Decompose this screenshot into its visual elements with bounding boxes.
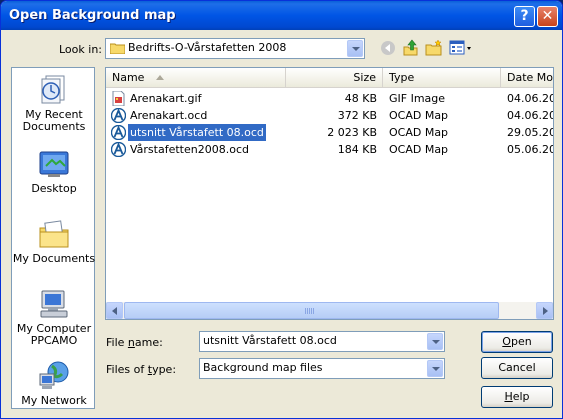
column-header-name[interactable]: Name [106,68,286,87]
recent-documents-icon [41,75,65,104]
file-list-header: Name Size Type Date Mo [106,68,553,88]
file-type: OCAD Map [389,143,449,156]
file-list[interactable]: Name Size Type Date Mo Arenakart.gif 48 … [105,67,554,320]
file-name-input[interactable]: utsnitt Vårstafett 08.ocd [199,331,445,352]
file-name: utsnitt Vårstafett 08.ocd [127,123,267,142]
ocad-file-icon [111,142,126,157]
look-in-dropdown-icon[interactable] [347,40,363,57]
label-part: File [106,336,128,349]
files-of-type-label: Files of type: [106,363,176,376]
label-mnemonic: n [127,336,135,349]
horizontal-scrollbar[interactable] [106,302,553,319]
file-size: 184 KB [337,143,377,156]
place-label: My Network [21,394,87,407]
file-size: 48 KB [344,92,377,105]
places-bar: My Recent Documents Desktop My Documents [11,67,95,409]
new-folder-icon[interactable] [425,39,443,57]
place-desktop[interactable]: Desktop [12,148,96,195]
button-mnemonic: O [502,335,511,348]
view-menu-icon[interactable] [449,39,473,57]
file-row[interactable]: Arenakart.gif 48 KB GIF Image 04.06.20 [106,90,554,107]
button-label: pen [510,335,532,348]
open-dialog: Open Background map ? ✕ Look in: Bedrift… [0,0,563,419]
folder-icon [110,43,125,54]
file-type-dropdown-icon[interactable] [427,360,443,377]
my-documents-icon [39,220,69,248]
file-type-value: Background map files [203,361,323,374]
cancel-button[interactable]: Cancel [481,357,553,379]
ocad-file-icon [111,125,126,140]
file-type: OCAD Map [389,109,449,122]
desktop-icon [39,151,69,177]
column-header-date[interactable]: Date Mo [501,68,553,87]
scroll-thumb[interactable] [124,302,499,319]
ocad-file-icon [111,108,126,123]
title-close-button[interactable]: ✕ [537,6,558,27]
place-my-computer[interactable]: My Computer PPCAMO [12,288,96,347]
sort-ascending-icon [156,75,164,80]
title-bar[interactable]: Open Background map ? ✕ [1,1,562,30]
scroll-left-button[interactable] [106,302,123,319]
file-date: 29.05.20 [507,126,554,139]
help-button[interactable]: Help [481,386,553,408]
scroll-right-button[interactable] [536,302,553,319]
dialog-title: Open Background map [9,8,176,23]
back-icon[interactable] [379,39,397,57]
file-name-label: File name: [106,336,163,349]
label-part: ype: [152,363,177,376]
open-button[interactable]: Open [481,331,553,353]
scroll-grip-icon [305,308,315,314]
column-header-size[interactable]: Size [286,68,383,87]
file-name-value: utsnitt Vårstafett 08.ocd [203,334,337,347]
file-name: Vårstafetten2008.ocd [130,143,249,156]
place-label: My Recent Documents [22,108,86,133]
file-row[interactable]: Vårstafetten2008.ocd 184 KB OCAD Map 05.… [106,141,554,158]
network-icon [39,361,69,389]
file-type: GIF Image [389,92,446,105]
file-row[interactable]: Arenakart.ocd 372 KB OCAD Map 04.06.20 [106,107,554,124]
file-date: 04.06.20 [507,92,554,105]
file-date: 05.06.20 [507,143,554,156]
look-in-select[interactable]: Bedrifts-O-Vårstafetten 2008 [105,38,365,59]
my-computer-icon [40,290,68,318]
column-name-label: Name [112,71,145,84]
button-mnemonic: H [504,390,513,403]
file-name: Arenakart.ocd [130,109,208,122]
file-type: OCAD Map [389,126,449,139]
place-label: Desktop [31,182,77,195]
label-part: Files of [106,363,148,376]
place-my-documents[interactable]: My Documents [12,218,96,265]
place-label: My Documents [12,252,96,265]
look-in-label: Look in: [59,43,102,56]
button-label: elp [512,390,530,403]
place-label: My Computer PPCAMO [16,322,92,347]
file-size: 372 KB [337,109,377,122]
file-name: Arenakart.gif [130,92,202,105]
column-header-type[interactable]: Type [383,68,501,87]
label-part: ame: [134,336,163,349]
look-in-value: Bedrifts-O-Vårstafetten 2008 [128,41,287,54]
file-date: 04.06.20 [507,109,554,122]
gif-file-icon [112,91,125,106]
title-help-button[interactable]: ? [514,6,535,27]
place-my-recent-documents[interactable]: My Recent Documents [12,74,96,133]
file-size: 2 023 KB [327,126,377,139]
place-my-network[interactable]: My Network [12,360,96,407]
files-of-type-select[interactable]: Background map files [199,358,445,379]
file-name-dropdown-icon[interactable] [427,333,443,350]
file-row-selected[interactable]: utsnitt Vårstafett 08.ocd 2 023 KB OCAD … [106,123,554,142]
up-folder-icon[interactable] [402,39,420,57]
